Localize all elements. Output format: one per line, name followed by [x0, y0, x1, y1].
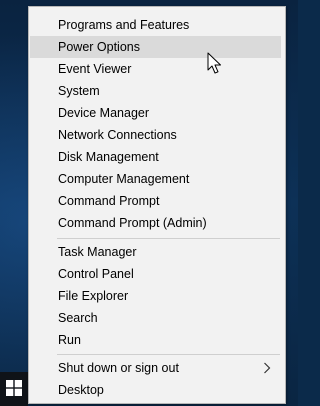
menu-separator: [57, 238, 280, 239]
chevron-right-icon: [264, 362, 271, 374]
menu-item-task-manager[interactable]: Task Manager: [30, 241, 281, 263]
menu-item-command-prompt-admin[interactable]: Command Prompt (Admin): [30, 212, 281, 234]
menu-item-power-options[interactable]: Power Options: [30, 36, 281, 58]
menu-item-event-viewer[interactable]: Event Viewer: [30, 58, 281, 80]
mouse-cursor-icon: [207, 52, 221, 74]
menu-item-run[interactable]: Run: [30, 329, 281, 351]
winx-context-menu: Programs and Features Power Options Even…: [28, 6, 286, 404]
menu-item-file-explorer[interactable]: File Explorer: [30, 285, 281, 307]
menu-item-label: Shut down or sign out: [58, 361, 179, 375]
menu-item-network-connections[interactable]: Network Connections: [30, 124, 281, 146]
menu-item-computer-management[interactable]: Computer Management: [30, 168, 281, 190]
menu-item-command-prompt[interactable]: Command Prompt: [30, 190, 281, 212]
menu-item-search[interactable]: Search: [30, 307, 281, 329]
start-button[interactable]: [0, 372, 28, 406]
menu-separator: [57, 354, 280, 355]
windows-logo-icon: [6, 380, 22, 396]
menu-item-shut-down-or-sign-out[interactable]: Shut down or sign out: [30, 357, 281, 379]
menu-item-desktop[interactable]: Desktop: [30, 379, 281, 401]
menu-item-device-manager[interactable]: Device Manager: [30, 102, 281, 124]
menu-item-system[interactable]: System: [30, 80, 281, 102]
menu-item-control-panel[interactable]: Control Panel: [30, 263, 281, 285]
menu-item-programs-and-features[interactable]: Programs and Features: [30, 14, 281, 36]
menu-item-disk-management[interactable]: Disk Management: [30, 146, 281, 168]
